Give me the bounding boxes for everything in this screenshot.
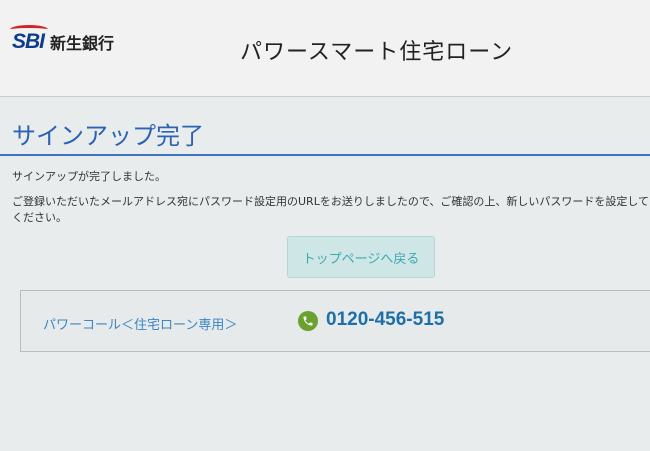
app-title: パワースマート住宅ローン [240,40,514,65]
logo-text: 新生銀行 [50,34,115,53]
heading-divider [0,154,650,156]
phone-number-link[interactable]: 0120-456-515 [326,309,444,331]
power-call-label: パワーコール＜住宅ローン専用＞ [43,318,238,333]
completion-message: サインアップが完了しました。 [12,170,166,183]
header: SBI 新生銀行 パワースマート住宅ローン [0,0,650,97]
logo-mark: SBI [9,25,49,53]
page-title: サインアップ完了 [12,122,204,150]
contact-box: パワーコール＜住宅ローン専用＞ 0120-456-515 [20,290,650,352]
back-to-top-button[interactable]: トップページへ戻る [287,236,435,278]
password-instruction-message: ご登録いただいたメールアドレス宛にパスワード設定用のURLをお送りしましたので、… [12,195,650,224]
phone-icon [298,311,318,331]
sbi-shinsei-logo[interactable]: SBI 新生銀行 [9,25,115,54]
